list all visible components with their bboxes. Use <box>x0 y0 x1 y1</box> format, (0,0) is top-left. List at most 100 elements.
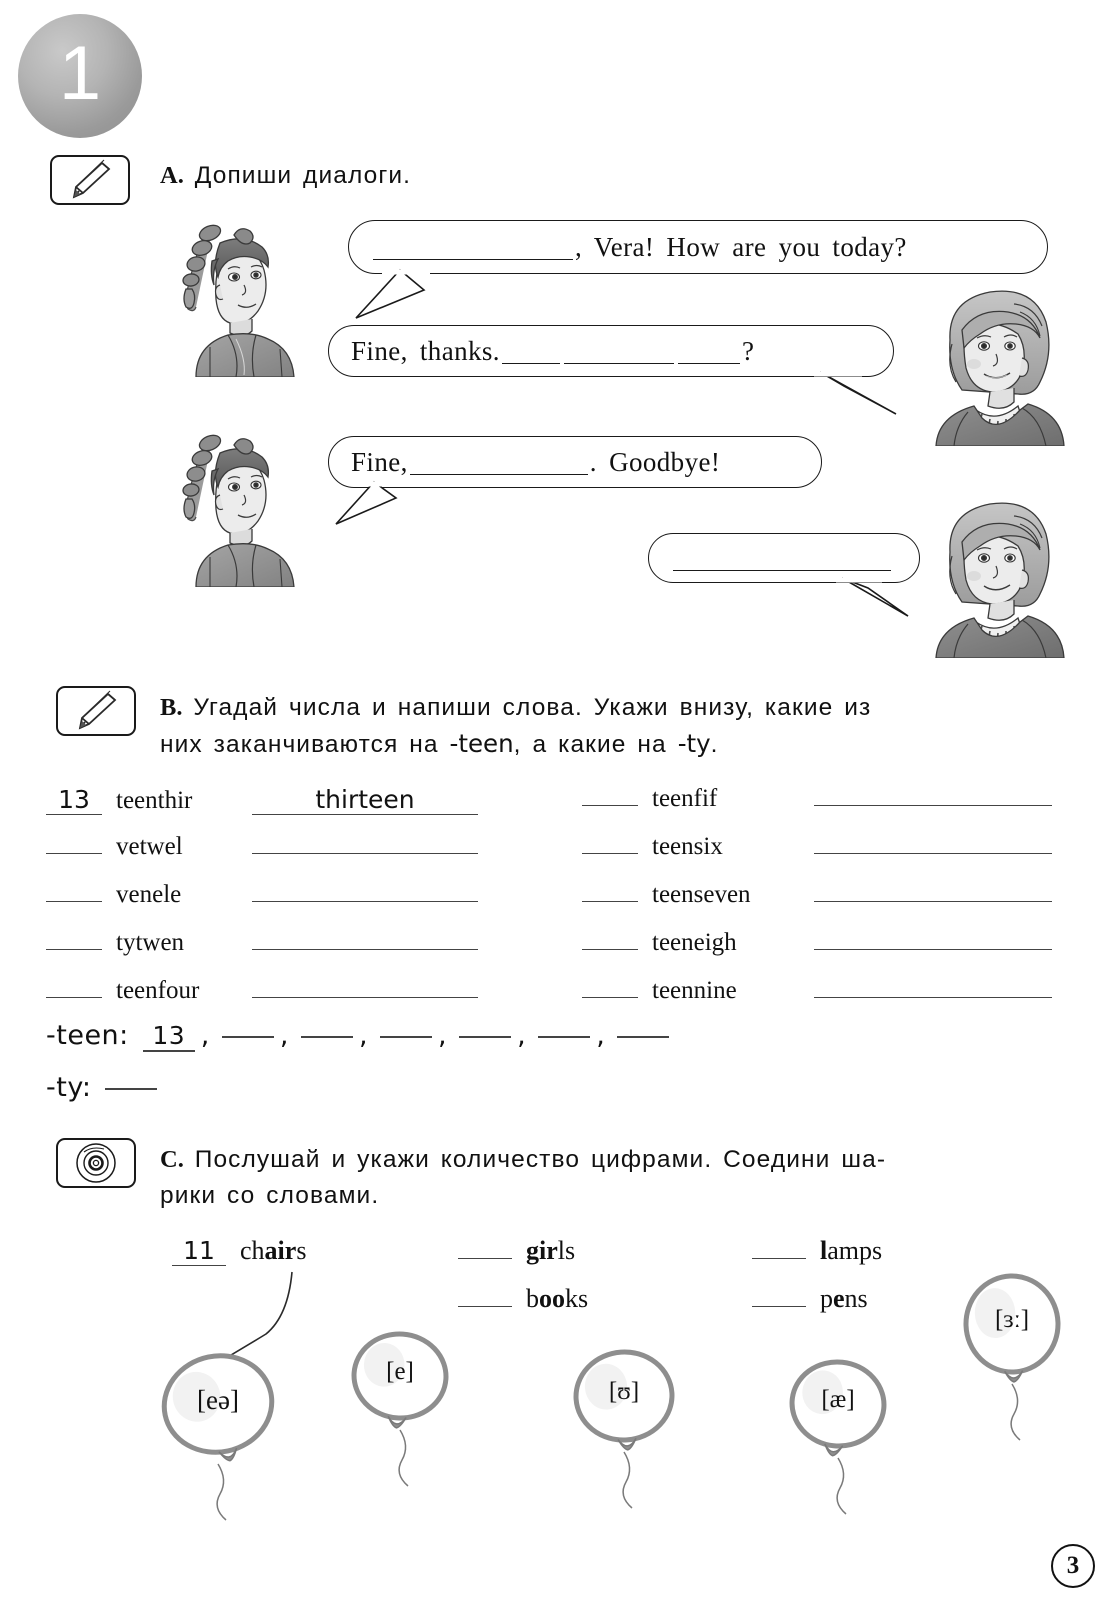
ty-slot-1[interactable] <box>105 1088 158 1090</box>
exercise-b-letter: B. <box>160 694 183 721</box>
word-label-girls: girls <box>526 1236 576 1265</box>
balloon-symbol: [eə] <box>197 1384 239 1415</box>
bubble-2-blank-3[interactable] <box>563 338 674 364</box>
exercise-b-heading: B. Угадай числа и напиши слова. Укажи вн… <box>160 690 1060 763</box>
bubble-2-blank-4[interactable] <box>677 338 740 364</box>
right-number-blank-4[interactable] <box>582 949 638 950</box>
left-number-blank-2[interactable] <box>46 853 102 854</box>
teen-separator: , <box>438 1020 448 1051</box>
number-word-row: teenfif <box>582 785 1052 813</box>
exercise-b-instruction-1: Угадай числа и напиши слова. Укажи внизу… <box>193 694 872 721</box>
exercise-c-instruction-1: Послушай и укажи количество цифрами. Сое… <box>194 1146 887 1173</box>
word-label-lamps: lamps <box>820 1236 883 1265</box>
bubble-2-text-1: Fine, thanks. <box>351 335 500 366</box>
right-answer-blank-1[interactable] <box>814 805 1052 806</box>
left-number-blank-1[interactable]: 13 <box>46 785 102 815</box>
balloon-ʊ[interactable]: [ʊ] <box>570 1348 696 1521</box>
right-number-blank-1[interactable] <box>582 805 638 806</box>
left-answer-blank-1[interactable]: thirteen <box>252 785 478 815</box>
exercise-a-heading: A. Допиши диалоги. <box>160 158 411 194</box>
cd-glyph <box>76 1143 116 1183</box>
word-label-pens: pens <box>820 1284 868 1313</box>
page-number: 3 <box>1051 1544 1095 1588</box>
speech-bubble-2-content: Fine, thanks.? <box>329 336 776 367</box>
left-scrambled-word-1: teenthir <box>116 787 193 814</box>
number-word-row: 13 teenthir thirteen <box>46 785 478 815</box>
ty-answer-row: -ty: <box>46 1072 163 1103</box>
balloon-symbol: [ɜː] <box>994 1306 1030 1333</box>
illustration-boy-1 <box>152 215 304 382</box>
teen-slot-1[interactable]: 13 <box>142 1021 195 1052</box>
left-number-blank-3[interactable] <box>46 901 102 902</box>
count-word-cell: lamps <box>752 1236 882 1266</box>
left-scrambled-word-5: teenfour <box>116 977 200 1004</box>
teen-separator: , <box>279 1020 289 1051</box>
number-word-row: teenseven <box>582 881 1052 909</box>
speech-bubble-4-content <box>649 545 915 571</box>
left-scrambled-word-4: tytwen <box>116 929 185 956</box>
right-answer-blank-5[interactable] <box>814 997 1052 998</box>
right-number-blank-2[interactable] <box>582 853 638 854</box>
left-number-blank-4[interactable] <box>46 949 102 950</box>
bubble-4-blank-1[interactable] <box>673 545 891 571</box>
unit-badge: 1 <box>18 14 142 138</box>
speech-bubble-1: , Vera! How are you today? <box>348 220 1048 274</box>
count-word-cell: books <box>458 1284 588 1314</box>
bubble-3-blank-2[interactable] <box>409 449 588 475</box>
teen-separator: , <box>200 1020 210 1051</box>
number-word-row: tytwen <box>46 929 478 957</box>
right-number-blank-3[interactable] <box>582 901 638 902</box>
left-answer-blank-4[interactable] <box>252 949 478 950</box>
bubble-3-text-1: Fine, <box>351 446 408 477</box>
left-number-blank-5[interactable] <box>46 997 102 998</box>
teen-slot-2[interactable] <box>221 1036 274 1038</box>
right-answer-blank-4[interactable] <box>814 949 1052 950</box>
count-blank-pens[interactable] <box>752 1306 806 1307</box>
left-scrambled-word-3: venele <box>116 881 182 908</box>
balloon-symbol: [ʊ] <box>608 1378 640 1405</box>
teen-slot-3[interactable] <box>300 1036 353 1038</box>
ty-slots[interactable] <box>91 1072 163 1103</box>
balloon-e[interactable]: [e] <box>348 1330 470 1499</box>
exercise-b-instruction-end: . <box>710 731 719 758</box>
bubble-2-blank-2[interactable] <box>501 338 560 364</box>
balloon-eə[interactable]: [eə] <box>158 1352 296 1533</box>
teen-slot-4[interactable] <box>380 1036 433 1038</box>
number-word-row: teensix <box>582 833 1052 861</box>
right-scrambled-word-2: teensix <box>652 833 723 860</box>
teen-slots[interactable]: 13,,,,,, <box>129 1020 676 1052</box>
bubble-1-blank-1[interactable] <box>373 234 573 260</box>
count-blank-lamps[interactable] <box>752 1258 806 1259</box>
right-scrambled-word-1: teenfif <box>652 785 718 812</box>
balloon-symbol: [æ] <box>821 1386 855 1413</box>
pencil-glyph <box>78 690 117 730</box>
balloon-ɜː[interactable]: [ɜː] <box>960 1272 1082 1453</box>
right-answer-blank-2[interactable] <box>814 853 1052 854</box>
right-answer-blank-3[interactable] <box>814 901 1052 902</box>
left-answer-blank-5[interactable] <box>252 997 478 998</box>
teen-separator: , <box>358 1020 369 1051</box>
count-word-cell: pens <box>752 1284 868 1314</box>
number-word-row: venele <box>46 881 478 909</box>
suffix-teen-label: -teen <box>449 729 514 758</box>
speech-bubble-3-content: Fine, . Goodbye! <box>329 447 742 478</box>
count-blank-chairs[interactable]: 11 <box>172 1236 226 1266</box>
illustration-vera-2 <box>922 490 1070 663</box>
left-answer-blank-3[interactable] <box>252 901 478 902</box>
count-blank-girls[interactable] <box>458 1258 512 1259</box>
teen-slot-7[interactable] <box>617 1036 670 1038</box>
balloon-æ[interactable]: [æ] <box>786 1358 908 1527</box>
speech-bubble-2-tail <box>814 371 897 415</box>
ty-row-label: -ty: <box>46 1072 92 1103</box>
bubble-2-text-5: ? <box>741 335 755 366</box>
right-scrambled-word-5: teennine <box>652 977 737 1004</box>
teen-slot-6[interactable] <box>538 1036 591 1038</box>
count-blank-books[interactable] <box>458 1306 512 1307</box>
left-answer-blank-2[interactable] <box>252 853 478 854</box>
speech-bubble-1-tail <box>355 268 430 319</box>
number-word-row: teeneigh <box>582 929 1052 957</box>
number-word-row: teenfour <box>46 977 478 1005</box>
teen-slot-5[interactable] <box>459 1036 512 1038</box>
exercise-a-letter: A. <box>160 162 184 189</box>
right-number-blank-5[interactable] <box>582 997 638 998</box>
